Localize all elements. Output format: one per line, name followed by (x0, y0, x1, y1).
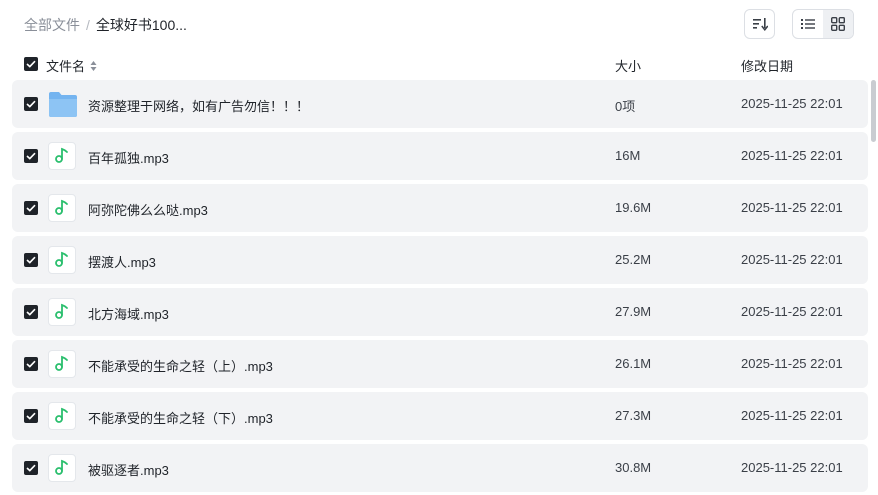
column-header-modified[interactable]: 修改日期 (741, 56, 793, 75)
file-modified: 2025-11-25 22:01 (741, 408, 843, 423)
sort-button[interactable] (744, 9, 775, 39)
file-name[interactable]: 不能承受的生命之轻（上）.mp3 (88, 356, 273, 375)
row-checkbox[interactable] (24, 149, 38, 163)
file-name[interactable]: 北方海域.mp3 (88, 304, 169, 323)
row-checkbox[interactable] (24, 97, 38, 111)
music-file-icon (48, 350, 76, 378)
file-name[interactable]: 摆渡人.mp3 (88, 252, 156, 271)
file-name[interactable]: 阿弥陀佛么么哒.mp3 (88, 200, 208, 219)
sort-carets-icon (90, 60, 97, 71)
music-file-icon (48, 246, 76, 274)
column-header-size[interactable]: 大小 (615, 56, 641, 75)
music-file-icon (48, 454, 76, 482)
file-row[interactable]: 不能承受的生命之轻（下）.mp3 27.3M 2025-11-25 22:01 (12, 392, 868, 440)
checkmark-icon (26, 464, 36, 472)
checkmark-icon (26, 60, 36, 68)
file-size: 26.1M (615, 356, 652, 371)
breadcrumb: 全部文件 / 全球好书100... (24, 15, 187, 35)
file-modified: 2025-11-25 22:01 (741, 96, 843, 111)
grid-view-icon (831, 17, 845, 31)
list-view-button[interactable] (793, 10, 823, 38)
file-list: 资源整理于网络，如有广告勿信！！！ 0项 2025-11-25 22:01 百年… (12, 80, 868, 495)
file-row[interactable]: 阿弥陀佛么么哒.mp3 19.6M 2025-11-25 22:01 (12, 184, 868, 232)
row-checkbox[interactable] (24, 357, 38, 371)
file-size: 0项 (615, 99, 636, 114)
music-file-icon (48, 194, 76, 222)
file-row[interactable]: 摆渡人.mp3 25.2M 2025-11-25 22:01 (12, 236, 868, 284)
file-name[interactable]: 资源整理于网络，如有广告勿信！！！ (88, 96, 309, 115)
file-size: 19.6M (615, 200, 652, 215)
column-header-name-label: 文件名 (46, 59, 86, 74)
file-row[interactable]: 被驱逐者.mp3 30.8M 2025-11-25 22:01 (12, 444, 868, 492)
file-size: 27.3M (615, 408, 652, 423)
column-header-row: 文件名 大小 修改日期 (12, 52, 868, 76)
file-modified: 2025-11-25 22:01 (741, 148, 843, 163)
row-checkbox[interactable] (24, 305, 38, 319)
file-row[interactable]: 北方海域.mp3 27.9M 2025-11-25 22:01 (12, 288, 868, 336)
file-size: 16M (615, 148, 641, 163)
vertical-scrollbar-thumb[interactable] (871, 80, 876, 142)
checkmark-icon (26, 412, 36, 420)
file-modified: 2025-11-25 22:01 (741, 356, 843, 371)
checkmark-icon (26, 308, 36, 316)
file-name[interactable]: 被驱逐者.mp3 (88, 460, 169, 479)
checkmark-icon (26, 152, 36, 160)
grid-view-button[interactable] (823, 10, 853, 38)
checkmark-icon (26, 256, 36, 264)
file-row[interactable]: 百年孤独.mp3 16M 2025-11-25 22:01 (12, 132, 868, 180)
sort-descending-icon (752, 18, 768, 31)
folder-icon (48, 90, 77, 118)
breadcrumb-separator: / (86, 17, 90, 33)
list-view-icon (801, 19, 815, 29)
file-row[interactable]: 不能承受的生命之轻（上）.mp3 26.1M 2025-11-25 22:01 (12, 340, 868, 388)
file-modified: 2025-11-25 22:01 (741, 304, 843, 319)
breadcrumb-root-link[interactable]: 全部文件 (24, 15, 80, 35)
music-file-icon (48, 142, 76, 170)
file-size: 27.9M (615, 304, 652, 319)
row-checkbox[interactable] (24, 409, 38, 423)
file-size: 30.8M (615, 460, 652, 475)
file-size: 25.2M (615, 252, 652, 267)
row-checkbox[interactable] (24, 461, 38, 475)
music-file-icon (48, 298, 76, 326)
breadcrumb-current-folder: 全球好书100... (95, 17, 187, 33)
file-modified: 2025-11-25 22:01 (741, 200, 843, 215)
row-checkbox[interactable] (24, 253, 38, 267)
checkmark-icon (26, 204, 36, 212)
file-modified: 2025-11-25 22:01 (741, 252, 843, 267)
column-header-name[interactable]: 文件名 (46, 56, 97, 75)
file-modified: 2025-11-25 22:01 (741, 460, 843, 475)
file-name[interactable]: 百年孤独.mp3 (88, 148, 169, 167)
music-file-icon (48, 402, 76, 430)
top-bar: 全部文件 / 全球好书100... (0, 0, 878, 48)
row-checkbox[interactable] (24, 201, 38, 215)
checkmark-icon (26, 360, 36, 368)
view-mode-toggle (792, 9, 854, 39)
checkmark-icon (26, 100, 36, 108)
file-name[interactable]: 不能承受的生命之轻（下）.mp3 (88, 408, 273, 427)
select-all-checkbox[interactable] (24, 57, 38, 71)
file-row-folder[interactable]: 资源整理于网络，如有广告勿信！！！ 0项 2025-11-25 22:01 (12, 80, 868, 128)
